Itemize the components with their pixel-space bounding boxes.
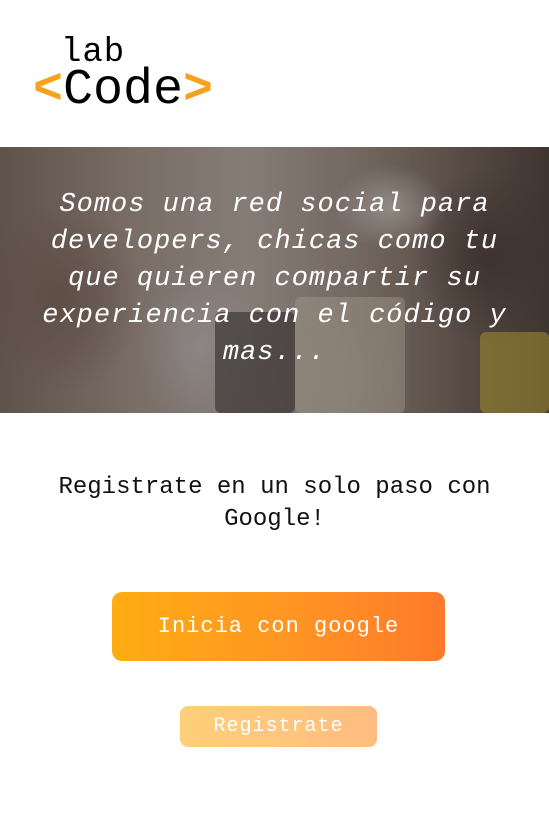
logo-code-text: <Code> [33,66,213,116]
logo-code-word: Code [63,62,184,119]
logo-bracket-close: > [183,62,214,119]
labcode-logo: lab <Code> [33,36,233,116]
landing-page: lab <Code> Somos una red social para dev… [0,0,549,840]
logo-bracket-open: < [33,62,64,119]
google-signin-button[interactable]: Inicia con google [112,592,445,661]
register-prompt: Registrate en un solo paso con Google! [58,474,491,533]
hero-tagline: Somos una red social para developers, ch… [42,190,507,368]
hero-banner: Somos una red social para developers, ch… [0,147,549,413]
register-button[interactable]: Registrate [180,706,377,747]
header: lab <Code> [0,0,549,147]
